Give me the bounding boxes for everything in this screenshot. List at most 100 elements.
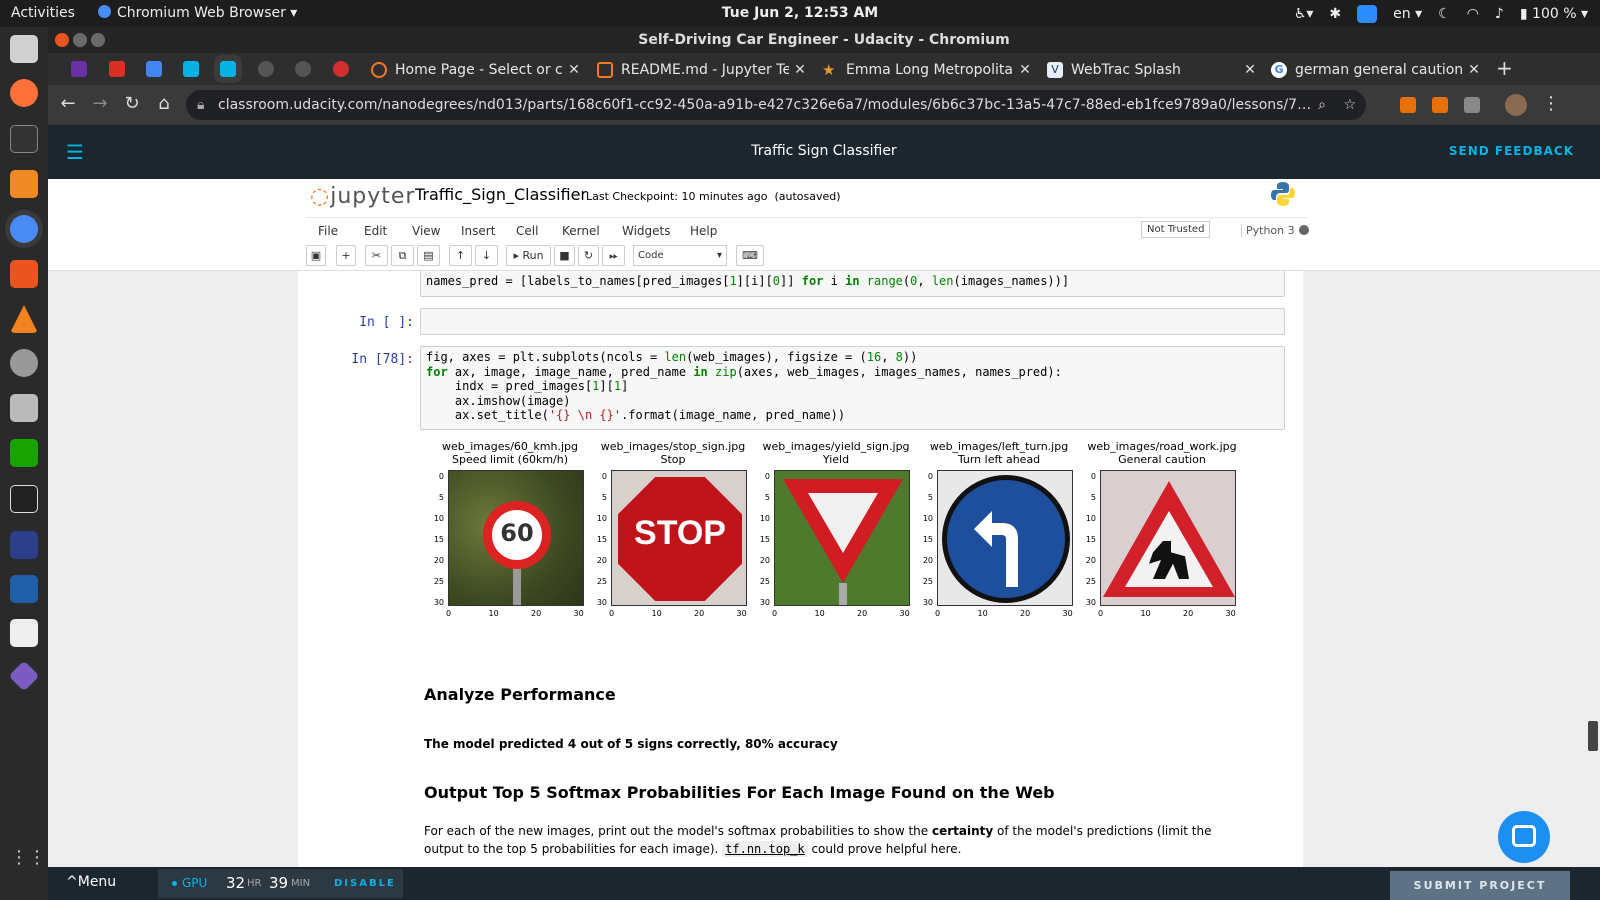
extension-icon-2[interactable] xyxy=(1432,97,1448,113)
profile-avatar[interactable] xyxy=(1505,94,1527,116)
code-text: i xyxy=(823,274,846,288)
close-window-icon[interactable] xyxy=(55,33,69,47)
inline-code-link[interactable]: tf.nn.top_k xyxy=(722,841,808,857)
stop-icon[interactable]: ■ xyxy=(554,245,575,266)
software-center-icon[interactable] xyxy=(10,260,38,288)
vlc-icon[interactable] xyxy=(10,305,38,333)
notebook-name[interactable]: Traffic_Sign_Classifier xyxy=(415,185,587,204)
extension-icon-3[interactable] xyxy=(1464,97,1480,113)
workspace-menu-button[interactable]: ^Menu xyxy=(66,874,116,890)
submit-project-button[interactable]: SUBMIT PROJECT xyxy=(1390,871,1570,900)
x-tick-label: 0 xyxy=(446,609,452,618)
close-tab-icon[interactable]: ✕ xyxy=(1014,62,1036,78)
github-tab-icon[interactable] xyxy=(258,61,274,77)
save-icon[interactable]: ▣ xyxy=(306,245,326,266)
home-icon[interactable]: ⌂ xyxy=(152,93,176,114)
pinned-tab-icon[interactable] xyxy=(71,61,87,77)
show-apps-icon[interactable]: ⋮⋮ xyxy=(10,847,46,875)
scrollbar-thumb[interactable] xyxy=(1588,721,1598,751)
bluetooth-icon[interactable]: ✱ xyxy=(1329,6,1341,22)
code-line-3: indx = pred_images[1][1] xyxy=(426,379,1279,394)
tab-home-page[interactable]: Home Page - Select or cr ✕ xyxy=(363,55,585,85)
chromium-dock-icon[interactable] xyxy=(10,215,38,243)
browser-toolbar: ← → ↻ ⌂ 🔒︎ classroom.udacity.com/nanodeg… xyxy=(48,85,1600,125)
extension-icon-1[interactable] xyxy=(1400,97,1416,113)
menu-help[interactable]: Help xyxy=(690,224,717,238)
record-tab-icon[interactable] xyxy=(333,61,349,77)
code-cell-78[interactable]: fig, axes = plt.subplots(ncols = len(web… xyxy=(420,346,1285,430)
keyboard-icon[interactable]: ⌨ xyxy=(736,245,764,266)
translate-tab-icon[interactable] xyxy=(146,61,162,77)
add-cell-icon[interactable]: + xyxy=(336,245,356,266)
menu-kernel[interactable]: Kernel xyxy=(562,224,600,238)
move-up-icon[interactable]: ↑ xyxy=(449,245,472,266)
close-tab-icon[interactable]: ✕ xyxy=(1463,62,1485,78)
mendeley-icon[interactable] xyxy=(10,575,38,603)
forward-icon[interactable]: → xyxy=(88,93,112,114)
gmail-tab-icon[interactable] xyxy=(109,61,125,77)
send-feedback-link[interactable]: SEND FEEDBACK xyxy=(1449,144,1574,158)
code-text: ] xyxy=(621,379,629,393)
menu-cell[interactable]: Cell xyxy=(516,224,538,238)
reload-icon[interactable]: ↻ xyxy=(120,93,144,114)
code-cell-empty[interactable] xyxy=(420,308,1285,335)
language-indicator[interactable]: en ▾ xyxy=(1393,6,1422,22)
udacity-active-tab-icon[interactable] xyxy=(220,61,236,77)
cell-type-select[interactable]: Code ▾ xyxy=(633,245,727,266)
files-icon[interactable] xyxy=(10,35,38,63)
close-tab-icon[interactable]: ✕ xyxy=(563,62,585,78)
move-down-icon[interactable]: ↓ xyxy=(475,245,498,266)
menu-view[interactable]: View xyxy=(412,224,440,238)
maximize-window-icon[interactable] xyxy=(91,33,105,47)
webcam-icon[interactable] xyxy=(10,394,38,422)
close-tab-icon[interactable]: ✕ xyxy=(1239,62,1261,78)
menu-insert[interactable]: Insert xyxy=(461,224,495,238)
settings-icon[interactable] xyxy=(10,349,38,377)
spreadsheet-icon[interactable] xyxy=(10,439,38,467)
github-tab-icon-2[interactable] xyxy=(295,61,311,77)
paste-icon[interactable]: ▤ xyxy=(417,245,440,266)
tab-readme[interactable]: README.md - Jupyter Te ✕ xyxy=(589,55,811,85)
restart-icon[interactable]: ↻ xyxy=(578,245,599,266)
subplot-yield: web_images/yield_sign.jpg Yield 0 5 10 15 20… xyxy=(756,440,916,630)
volume-icon[interactable]: ♪ xyxy=(1495,6,1504,22)
udacity-tab-icon[interactable] xyxy=(183,61,199,77)
terminal-icon[interactable] xyxy=(10,125,38,153)
chat-bubble-icon[interactable] xyxy=(1498,811,1550,863)
sublime-icon[interactable] xyxy=(10,170,38,198)
jupyter-logo[interactable]: ◌jupyter xyxy=(310,184,415,209)
menu-edit[interactable]: Edit xyxy=(364,224,387,238)
tab-webtrac[interactable]: V WebTrac Splash ✕ xyxy=(1039,55,1261,85)
bookmark-star-icon[interactable]: ☆ xyxy=(1343,90,1356,120)
zoom-icon[interactable] xyxy=(1357,5,1378,23)
code-cell-prev[interactable]: names_pred = [labels_to_names[pred_image… xyxy=(420,271,1285,297)
menu-file[interactable]: File xyxy=(318,224,338,238)
diamond-app-icon[interactable] xyxy=(8,660,40,692)
close-tab-icon[interactable]: ✕ xyxy=(789,62,811,78)
tex-icon[interactable] xyxy=(10,531,38,559)
tab-emma-long[interactable]: ★ Emma Long Metropolita ✕ xyxy=(814,55,1036,85)
copy-icon[interactable]: ⧉ xyxy=(391,245,414,266)
fast-forward-icon[interactable]: ⏩︎ xyxy=(602,245,625,266)
chevron-up-icon: ^ xyxy=(66,874,78,890)
battery-indicator[interactable]: ▮ 100 % ▾ xyxy=(1520,6,1588,22)
new-tab-button[interactable]: + xyxy=(1496,56,1513,80)
not-trusted-button[interactable]: Not Trusted xyxy=(1141,221,1211,238)
firefox-icon[interactable] xyxy=(10,79,38,107)
wifi-icon[interactable]: ◠ xyxy=(1467,6,1479,22)
menu-widgets[interactable]: Widgets xyxy=(622,224,671,238)
evince-icon[interactable] xyxy=(10,619,38,647)
back-icon[interactable]: ← xyxy=(56,93,80,114)
address-bar[interactable]: 🔒︎ classroom.udacity.com/nanodegrees/nd0… xyxy=(186,90,1366,120)
zoom-lens-icon[interactable]: ⌕ xyxy=(1318,90,1326,120)
cut-icon[interactable]: ✂ xyxy=(365,245,388,266)
code-line-4: ax.imshow(image) xyxy=(426,393,571,408)
disable-gpu-button[interactable]: DISABLE xyxy=(334,878,396,889)
minimize-window-icon[interactable] xyxy=(73,33,87,47)
browser-menu-icon[interactable]: ⋮ xyxy=(1542,93,1560,114)
tab-german-caution[interactable]: Ggerman general caution ✕ xyxy=(1263,55,1485,85)
page-scrollbar[interactable] xyxy=(1588,311,1598,867)
accessibility-icon[interactable]: ♿▾ xyxy=(1294,6,1314,22)
run-button[interactable]: ▸ Run xyxy=(506,245,551,266)
workspace-grid-icon[interactable] xyxy=(10,485,38,513)
